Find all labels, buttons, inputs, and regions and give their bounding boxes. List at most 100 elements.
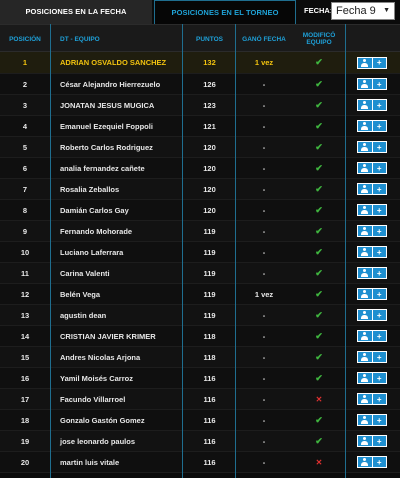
fecha-select-value: Fecha 9 xyxy=(336,5,376,17)
user-icon xyxy=(361,80,369,88)
add-button[interactable]: + xyxy=(371,310,387,320)
add-button[interactable]: + xyxy=(371,121,387,131)
view-team-button[interactable] xyxy=(358,121,372,131)
row-modifico: ✕ xyxy=(293,389,345,409)
view-team-button[interactable] xyxy=(358,415,372,425)
row-points: 126 xyxy=(203,79,216,89)
team-actions-button[interactable]: + xyxy=(357,288,387,300)
team-actions-button[interactable]: + xyxy=(357,267,387,279)
row-gano-fecha: - xyxy=(262,163,266,173)
row-team-name: César Alejandro Hierrezuelo xyxy=(60,79,161,89)
plus-icon: + xyxy=(376,100,382,110)
view-team-button[interactable] xyxy=(358,58,372,68)
add-button[interactable]: + xyxy=(371,457,387,467)
user-icon xyxy=(361,164,369,172)
view-team-button[interactable] xyxy=(358,205,372,215)
team-actions-button[interactable]: + xyxy=(357,183,387,195)
team-actions-button[interactable]: + xyxy=(357,435,387,447)
row-actions: + xyxy=(347,116,397,136)
team-actions-button[interactable]: + xyxy=(357,246,387,258)
add-button[interactable]: + xyxy=(371,79,387,89)
add-button[interactable]: + xyxy=(371,163,387,173)
team-actions-button[interactable]: + xyxy=(357,99,387,111)
tab-posiciones-torneo[interactable]: POSICIONES EN EL TORNEO xyxy=(154,0,296,24)
table-row: 20 martin luis vitale 116 - ✕ + xyxy=(0,452,400,473)
view-team-button[interactable] xyxy=(358,163,372,173)
standings-table: POSICIÓN DT - EQUIPO PUNTOS GANÓ FECHA M… xyxy=(0,24,400,473)
plus-icon: + xyxy=(376,310,382,320)
view-team-button[interactable] xyxy=(358,289,372,299)
add-button[interactable]: + xyxy=(371,352,387,362)
row-gano-fecha: - xyxy=(262,457,266,467)
user-icon xyxy=(361,248,369,256)
row-points: 132 xyxy=(203,58,216,67)
add-button[interactable]: + xyxy=(371,436,387,446)
row-team-name: jose leonardo paulos xyxy=(60,436,136,446)
view-team-button[interactable] xyxy=(358,247,372,257)
plus-icon: + xyxy=(376,289,382,299)
add-button[interactable]: + xyxy=(371,415,387,425)
team-actions-button[interactable]: + xyxy=(357,393,387,405)
view-team-button[interactable] xyxy=(358,184,372,194)
row-gano-fecha: - xyxy=(262,226,266,236)
view-team-button[interactable] xyxy=(358,79,372,89)
add-button[interactable]: + xyxy=(371,100,387,110)
team-actions-button[interactable]: + xyxy=(357,309,387,321)
view-team-button[interactable] xyxy=(358,394,372,404)
view-team-button[interactable] xyxy=(358,373,372,383)
team-actions-button[interactable]: + xyxy=(357,225,387,237)
row-modifico: ✕ xyxy=(293,452,345,472)
check-icon: ✔ xyxy=(315,414,323,425)
row-actions: + xyxy=(347,137,397,157)
add-button[interactable]: + xyxy=(371,247,387,257)
plus-icon: + xyxy=(376,226,382,236)
row-gano-fecha: - xyxy=(262,121,266,131)
fecha-select[interactable]: Fecha 9 ▼ xyxy=(331,2,395,20)
view-team-button[interactable] xyxy=(358,268,372,278)
view-team-button[interactable] xyxy=(358,331,372,341)
add-button[interactable]: + xyxy=(371,205,387,215)
team-actions-button[interactable]: + xyxy=(357,330,387,342)
team-actions-button[interactable]: + xyxy=(357,414,387,426)
view-team-button[interactable] xyxy=(358,100,372,110)
view-team-button[interactable] xyxy=(358,352,372,362)
view-team-button[interactable] xyxy=(358,310,372,320)
team-actions-button[interactable]: + xyxy=(357,56,387,69)
add-button[interactable]: + xyxy=(371,373,387,383)
team-actions-button[interactable]: + xyxy=(357,78,387,90)
user-icon xyxy=(361,227,369,235)
check-icon: ✔ xyxy=(315,99,323,110)
cross-icon: ✕ xyxy=(315,457,323,467)
add-button[interactable]: + xyxy=(371,394,387,404)
team-actions-button[interactable]: + xyxy=(357,351,387,363)
view-team-button[interactable] xyxy=(358,457,372,467)
add-button[interactable]: + xyxy=(371,268,387,278)
tab-posiciones-fecha[interactable]: POSICIONES EN LA FECHA xyxy=(0,0,152,24)
team-actions-button[interactable]: + xyxy=(357,372,387,384)
row-points: 116 xyxy=(203,457,216,467)
plus-icon: + xyxy=(376,331,382,341)
team-actions-button[interactable]: + xyxy=(357,120,387,132)
row-points: 123 xyxy=(203,100,216,110)
view-team-button[interactable] xyxy=(358,226,372,236)
check-icon: ✔ xyxy=(315,162,323,173)
add-button[interactable]: + xyxy=(371,142,387,152)
add-button[interactable]: + xyxy=(371,57,387,68)
team-actions-button[interactable]: + xyxy=(357,204,387,216)
team-actions-button[interactable]: + xyxy=(357,456,387,468)
check-icon: ✔ xyxy=(315,141,323,152)
view-team-button[interactable] xyxy=(358,436,372,446)
add-button[interactable]: + xyxy=(371,331,387,341)
add-button[interactable]: + xyxy=(371,226,387,236)
row-team-name: agustin dean xyxy=(60,310,107,320)
add-button[interactable]: + xyxy=(371,289,387,299)
table-row: 10 Luciano Laferrara 119 - ✔ + xyxy=(0,242,400,263)
row-points: 118 xyxy=(203,352,216,362)
view-team-button[interactable] xyxy=(358,142,372,152)
row-position: 3 xyxy=(22,100,28,110)
add-button[interactable]: + xyxy=(371,184,387,194)
team-actions-button[interactable]: + xyxy=(357,141,387,153)
team-actions-button[interactable]: + xyxy=(357,162,387,174)
row-gano-fecha: - xyxy=(262,100,266,110)
row-actions: + xyxy=(347,95,397,115)
